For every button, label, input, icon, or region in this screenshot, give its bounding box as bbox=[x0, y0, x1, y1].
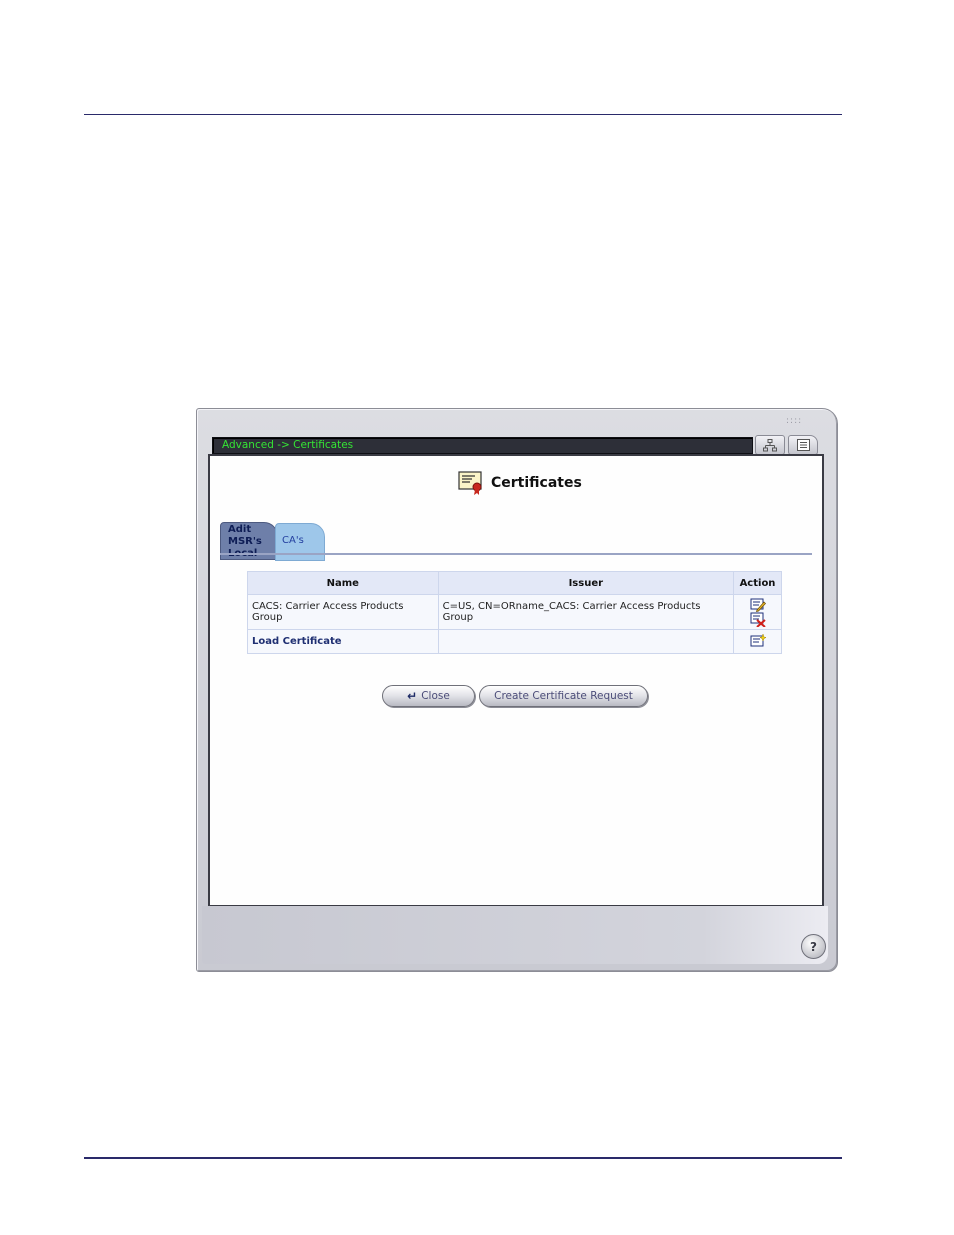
close-button[interactable]: ↵ Close bbox=[382, 685, 475, 707]
delete-icon[interactable] bbox=[750, 612, 766, 627]
certificate-name: CACS: Carrier Access Products Group bbox=[247, 594, 439, 630]
column-header-name: Name bbox=[247, 571, 439, 595]
breadcrumb-bar: Advanced -> Certificates bbox=[212, 437, 753, 454]
table-row: Load Certificate bbox=[247, 629, 782, 654]
help-button[interactable]: ? bbox=[801, 934, 826, 959]
list-view-button[interactable] bbox=[788, 435, 818, 455]
create-certificate-request-label: Create Certificate Request bbox=[494, 690, 633, 702]
bottom-bar bbox=[202, 906, 828, 964]
tab-underline bbox=[220, 553, 812, 555]
page-bottom-rule bbox=[84, 1157, 842, 1159]
table-row: CACS: Carrier Access Products Group C=US… bbox=[247, 594, 782, 630]
action-cell bbox=[733, 629, 782, 654]
return-arrow-icon: ↵ bbox=[407, 689, 418, 703]
content-area bbox=[208, 454, 824, 907]
tab-cas[interactable]: CA's bbox=[275, 523, 325, 561]
load-certificate-link[interactable]: Load Certificate bbox=[247, 629, 439, 654]
page-title: Certificates bbox=[491, 475, 582, 491]
certificates-table: Name Issuer Action CACS: Carrier Access … bbox=[247, 571, 782, 654]
help-icon: ? bbox=[810, 939, 817, 954]
load-certificate-label: Load Certificate bbox=[252, 636, 342, 647]
column-header-issuer: Issuer bbox=[437, 571, 735, 595]
certificate-issuer: C=US, CN=ORname_CACS: Carrier Access Pro… bbox=[437, 594, 735, 630]
table-header-row: Name Issuer Action bbox=[247, 571, 782, 595]
certificate-icon bbox=[458, 471, 482, 495]
column-header-action: Action bbox=[733, 571, 782, 595]
list-view-icon bbox=[796, 439, 810, 451]
empty-issuer bbox=[437, 629, 735, 654]
window-grip[interactable]: :::: bbox=[786, 416, 802, 426]
network-map-icon bbox=[763, 438, 777, 451]
network-map-button[interactable] bbox=[755, 435, 785, 455]
action-cell bbox=[733, 594, 782, 630]
load-certificate-icon[interactable] bbox=[750, 634, 766, 649]
tab-cas-label: CA's bbox=[282, 535, 304, 546]
close-button-label: Close bbox=[421, 690, 450, 702]
breadcrumb: Advanced -> Certificates bbox=[222, 439, 354, 451]
page-heading: Certificates bbox=[458, 471, 582, 495]
edit-icon[interactable] bbox=[750, 597, 766, 612]
create-certificate-request-button[interactable]: Create Certificate Request bbox=[479, 685, 648, 707]
page-top-rule bbox=[84, 114, 842, 115]
